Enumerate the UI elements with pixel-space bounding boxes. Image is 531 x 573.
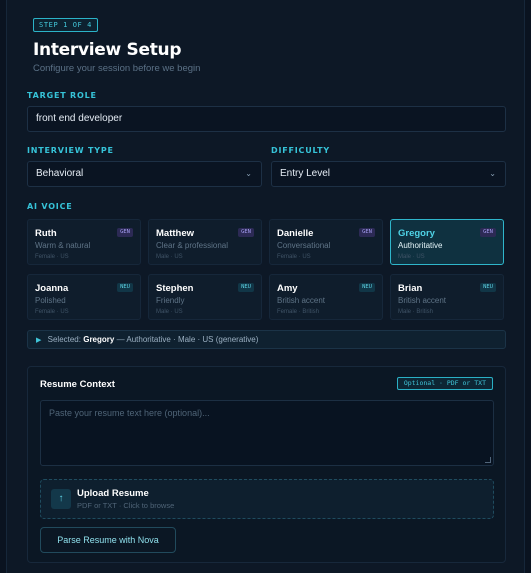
voice-card-amy[interactable]: Amy NEU British accent Female · British: [269, 274, 383, 320]
selected-voice-details: — Authoritative · Male · US (generative): [116, 335, 259, 344]
voice-card-brian[interactable]: Brian NEU British accent Male · British: [390, 274, 504, 320]
voice-name: Gregory: [398, 228, 435, 239]
voice-card-danielle[interactable]: Danielle GEN Conversational Female · US: [269, 219, 383, 265]
target-role-label: TARGET ROLE: [27, 91, 97, 100]
voice-card-joanna[interactable]: Joanna NEU Polished Female · US: [27, 274, 141, 320]
voice-tag: GEN: [480, 228, 496, 237]
voice-desc: Polished: [35, 296, 66, 305]
play-icon: ▶: [36, 337, 42, 344]
voice-name: Brian: [398, 283, 423, 294]
optional-badge: Optional · PDF or TXT: [396, 377, 493, 390]
difficulty-label: DIFFICULTY: [271, 146, 330, 155]
resume-context-title: Resume Context: [40, 379, 115, 390]
setup-panel: STEP 1 OF 4 Interview Setup Configure yo…: [6, 0, 525, 573]
voice-tag: NEU: [117, 283, 133, 292]
voice-meta: Male · British: [398, 309, 434, 315]
voice-name: Danielle: [277, 228, 314, 239]
resume-textarea[interactable]: Paste your resume text here (optional)..…: [40, 400, 494, 466]
upload-subtitle: PDF or TXT · Click to browse: [77, 501, 175, 510]
interview-type-select[interactable]: Behavioral ⌄: [27, 161, 262, 187]
chevron-down-icon: ⌄: [245, 169, 252, 178]
resize-handle-icon[interactable]: [485, 457, 491, 463]
voice-name: Matthew: [156, 228, 194, 239]
voice-desc: Warm & natural: [35, 241, 91, 250]
voice-tag: GEN: [117, 228, 133, 237]
voice-name: Amy: [277, 283, 298, 294]
upload-icon: ↑: [51, 489, 71, 509]
voice-meta: Male · US: [156, 309, 183, 315]
ai-voice-label: AI VOICE: [27, 202, 73, 211]
voice-desc: Friendly: [156, 296, 185, 305]
upload-title: Upload Resume: [77, 488, 149, 499]
selected-voice-bar[interactable]: ▶ Selected: Gregory — Authoritative · Ma…: [27, 330, 506, 349]
voice-meta: Female · US: [35, 254, 69, 260]
voice-card-matthew[interactable]: Matthew GEN Clear & professional Male · …: [148, 219, 262, 265]
voice-desc: Conversational: [277, 241, 331, 250]
parse-resume-button[interactable]: Parse Resume with Nova: [40, 527, 176, 553]
voice-desc: Clear & professional: [156, 241, 229, 250]
voice-name: Ruth: [35, 228, 57, 239]
interview-type-label: INTERVIEW TYPE: [27, 146, 114, 155]
chevron-down-icon: ⌄: [489, 169, 496, 178]
voice-card-gregory[interactable]: Gregory GEN Authoritative Male · US: [390, 219, 504, 265]
upload-resume-dropzone[interactable]: ↑ Upload Resume PDF or TXT · Click to br…: [40, 479, 494, 519]
page-subtitle: Configure your session before we begin: [33, 63, 201, 74]
selected-voice-name: Gregory: [83, 335, 115, 344]
voice-desc: British accent: [277, 296, 326, 305]
voice-tag: GEN: [359, 228, 375, 237]
voice-meta: Female · US: [35, 309, 69, 315]
interview-type-value: Behavioral: [36, 168, 84, 179]
voice-name: Stephen: [156, 283, 194, 294]
resume-context-card: Resume Context Optional · PDF or TXT Pas…: [27, 366, 506, 563]
voice-tag: NEU: [238, 283, 254, 292]
target-role-input[interactable]: front end developer: [27, 106, 506, 132]
voice-name: Joanna: [35, 283, 69, 294]
voice-card-stephen[interactable]: Stephen NEU Friendly Male · US: [148, 274, 262, 320]
voice-meta: Male · US: [398, 254, 425, 260]
voice-meta: Female · US: [277, 254, 311, 260]
difficulty-select[interactable]: Entry Level ⌄: [271, 161, 506, 187]
voice-desc: Authoritative: [398, 241, 443, 250]
page-title: Interview Setup: [33, 40, 182, 60]
voice-desc: British accent: [398, 296, 447, 305]
voice-meta: Male · US: [156, 254, 183, 260]
voice-meta: Female · British: [277, 309, 320, 315]
voice-tag: NEU: [359, 283, 375, 292]
selected-prefix: Selected:: [47, 335, 81, 344]
difficulty-value: Entry Level: [280, 168, 331, 179]
voice-tag: NEU: [480, 283, 496, 292]
voice-tag: GEN: [238, 228, 254, 237]
resume-placeholder: Paste your resume text here (optional)..…: [49, 408, 210, 418]
step-badge: STEP 1 OF 4: [33, 18, 98, 32]
voice-card-ruth[interactable]: Ruth GEN Warm & natural Female · US: [27, 219, 141, 265]
